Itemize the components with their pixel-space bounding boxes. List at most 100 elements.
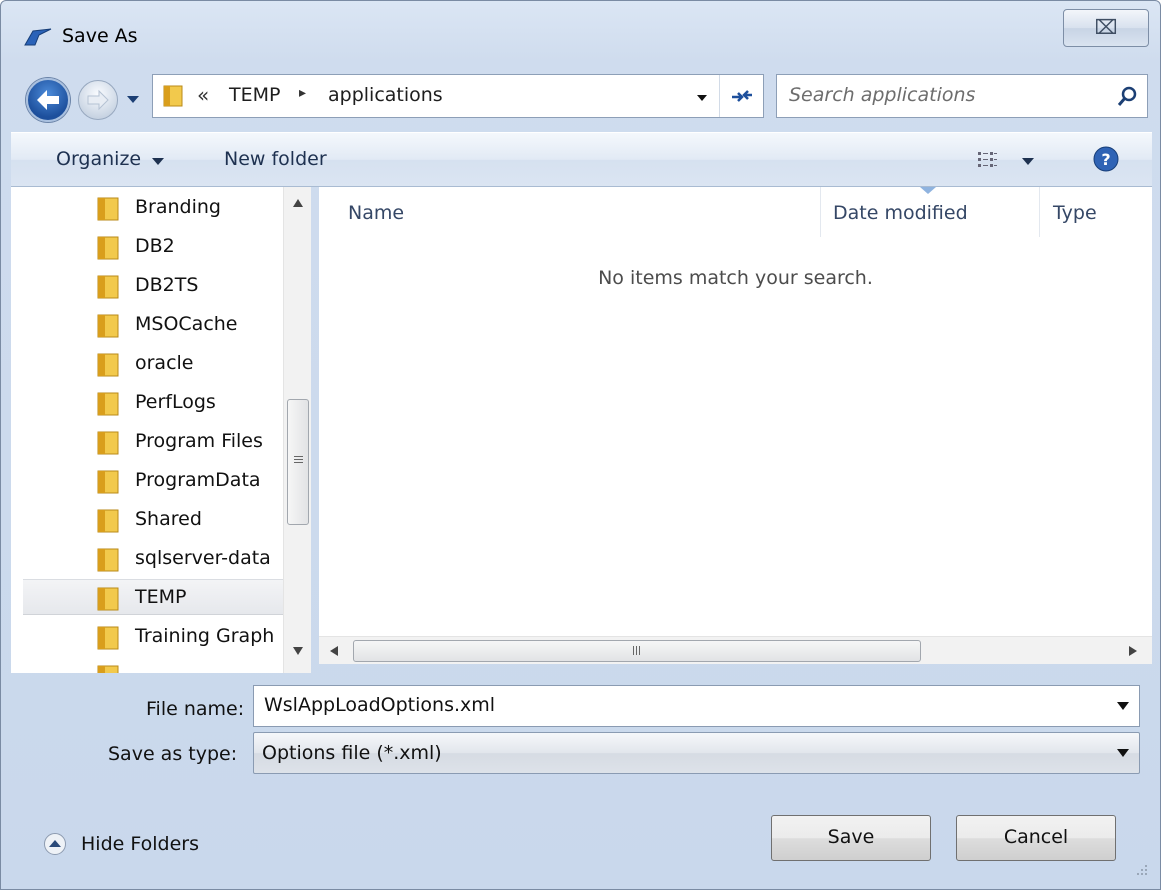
folder-icon: [163, 85, 183, 107]
column-divider[interactable]: [820, 187, 821, 237]
scrollbar-thumb[interactable]: [287, 399, 309, 525]
folder-icon: [97, 392, 119, 416]
nav-item-shared[interactable]: Shared: [23, 502, 283, 538]
nav-item-label: Training Graph: [135, 625, 275, 647]
scroll-right-icon[interactable]: [1129, 646, 1137, 656]
grip-icon: [294, 456, 303, 463]
folder-icon: [97, 236, 119, 260]
file-name-field[interactable]: WslAppLoadOptions.xml: [253, 685, 1140, 727]
chevron-down-icon[interactable]: [1117, 749, 1129, 757]
breadcrumb-temp[interactable]: TEMP: [229, 84, 280, 106]
nav-item-label: DB2TS: [135, 274, 199, 296]
nav-item-programdata[interactable]: ProgramData: [23, 463, 283, 499]
organize-menu[interactable]: Organize: [56, 148, 141, 170]
window-title: Save As: [62, 25, 138, 47]
nav-item-temp[interactable]: TEMP: [23, 579, 283, 615]
nav-item-label: PerfLogs: [135, 391, 216, 413]
nav-item-branding[interactable]: Branding: [23, 190, 283, 226]
scroll-left-icon[interactable]: [330, 646, 338, 656]
file-name-label: File name:: [146, 698, 245, 720]
navigation-pane[interactable]: Branding DB2 DB2TS MSOCache oracle PerfL…: [11, 187, 311, 673]
nav-item-db2ts[interactable]: DB2TS: [23, 268, 283, 304]
folder-icon: [97, 470, 119, 494]
address-bar[interactable]: « TEMP ▸ applications: [152, 74, 764, 118]
column-header-date-modified[interactable]: Date modified: [833, 202, 968, 224]
resize-grip-icon[interactable]: [1129, 857, 1151, 879]
back-arrow-icon: [37, 90, 59, 110]
nav-item-training-graph[interactable]: Training Graph: [23, 619, 283, 655]
close-icon: ⌧: [1094, 15, 1118, 39]
save-button[interactable]: Save: [771, 815, 931, 861]
chevron-down-icon[interactable]: [151, 156, 165, 166]
folder-icon: [97, 197, 119, 221]
scroll-down-icon[interactable]: [293, 647, 303, 655]
title-arrow-icon: [24, 28, 52, 46]
nav-vertical-scrollbar[interactable]: [283, 187, 311, 673]
nav-item-label: oracle: [135, 352, 194, 374]
folder-icon: [97, 509, 119, 533]
search-icon[interactable]: [1115, 85, 1139, 109]
column-header-name[interactable]: Name: [348, 202, 404, 224]
folder-icon: [97, 275, 119, 299]
nav-item-label: DB2: [135, 235, 175, 257]
view-options-icon[interactable]: [977, 149, 997, 169]
refresh-icon: [732, 90, 752, 102]
file-name-value[interactable]: WslAppLoadOptions.xml: [264, 694, 495, 716]
search-box[interactable]: [776, 74, 1148, 118]
recent-pages-dropdown[interactable]: [124, 90, 142, 108]
folder-icon: [97, 587, 119, 611]
nav-item-label: Branding: [135, 196, 221, 218]
back-button[interactable]: [26, 78, 70, 122]
nav-item-label: MSOCache: [135, 313, 238, 335]
nav-item-label: sqlserver-data: [135, 547, 271, 569]
nav-item-msocache[interactable]: MSOCache: [23, 307, 283, 343]
folder-icon: [97, 626, 119, 650]
title-bar: Save As ⌧: [1, 1, 1160, 65]
file-list[interactable]: Name Date modified Type No items match y…: [319, 187, 1152, 636]
folder-icon: [97, 665, 119, 673]
cancel-button[interactable]: Cancel: [956, 815, 1116, 861]
nav-item-label: Shared: [135, 508, 202, 530]
breadcrumb-overflow[interactable]: «: [197, 83, 209, 107]
svg-text:?: ?: [1101, 150, 1110, 169]
hide-folders-label: Hide Folders: [81, 833, 199, 855]
close-button[interactable]: ⌧: [1063, 9, 1149, 47]
forward-arrow-icon: [87, 89, 109, 111]
save-as-type-label: Save as type:: [108, 743, 238, 765]
breadcrumb-separator[interactable]: ▸: [299, 85, 306, 101]
nav-item-partial[interactable]: [23, 658, 283, 673]
hide-folders-toggle[interactable]: Hide Folders: [41, 828, 211, 860]
refresh-button[interactable]: [719, 75, 763, 117]
nav-item-db2[interactable]: DB2: [23, 229, 283, 265]
nav-item-program-files[interactable]: Program Files: [23, 424, 283, 460]
file-list-horizontal-scrollbar[interactable]: [319, 636, 1152, 664]
column-divider[interactable]: [1039, 187, 1040, 237]
grip-icon: [633, 646, 640, 655]
sort-indicator-icon: [920, 187, 936, 194]
save-as-type-select[interactable]: Options file (*.xml): [253, 732, 1140, 774]
new-folder-button[interactable]: New folder: [224, 148, 327, 170]
nav-item-oracle[interactable]: oracle: [23, 346, 283, 382]
nav-item-label: TEMP: [135, 586, 187, 608]
folder-icon: [97, 353, 119, 377]
scrollbar-thumb[interactable]: [353, 640, 921, 662]
nav-item-perflogs[interactable]: PerfLogs: [23, 385, 283, 421]
nav-item-sqlserver-data[interactable]: sqlserver-data: [23, 541, 283, 577]
help-icon[interactable]: ?: [1092, 145, 1120, 173]
column-header-type[interactable]: Type: [1053, 202, 1097, 224]
search-input[interactable]: [789, 84, 1109, 106]
save-as-type-value: Options file (*.xml): [262, 742, 442, 764]
command-toolbar: Organize New folder ?: [11, 132, 1152, 187]
breadcrumb-applications[interactable]: applications: [328, 84, 443, 106]
save-as-dialog: Save As ⌧ « TEMP ▸ applications Search a…: [0, 0, 1161, 890]
nav-item-label: Program Files: [135, 430, 263, 452]
address-dropdown-icon[interactable]: [689, 84, 715, 110]
collapse-icon: [44, 833, 66, 855]
view-dropdown-icon[interactable]: [1021, 156, 1035, 166]
scroll-up-icon[interactable]: [293, 199, 303, 207]
empty-message: No items match your search.: [598, 267, 873, 289]
folder-icon: [97, 548, 119, 572]
nav-item-label: ProgramData: [135, 469, 261, 491]
chevron-down-icon[interactable]: [1117, 702, 1129, 710]
forward-button[interactable]: [78, 80, 118, 120]
